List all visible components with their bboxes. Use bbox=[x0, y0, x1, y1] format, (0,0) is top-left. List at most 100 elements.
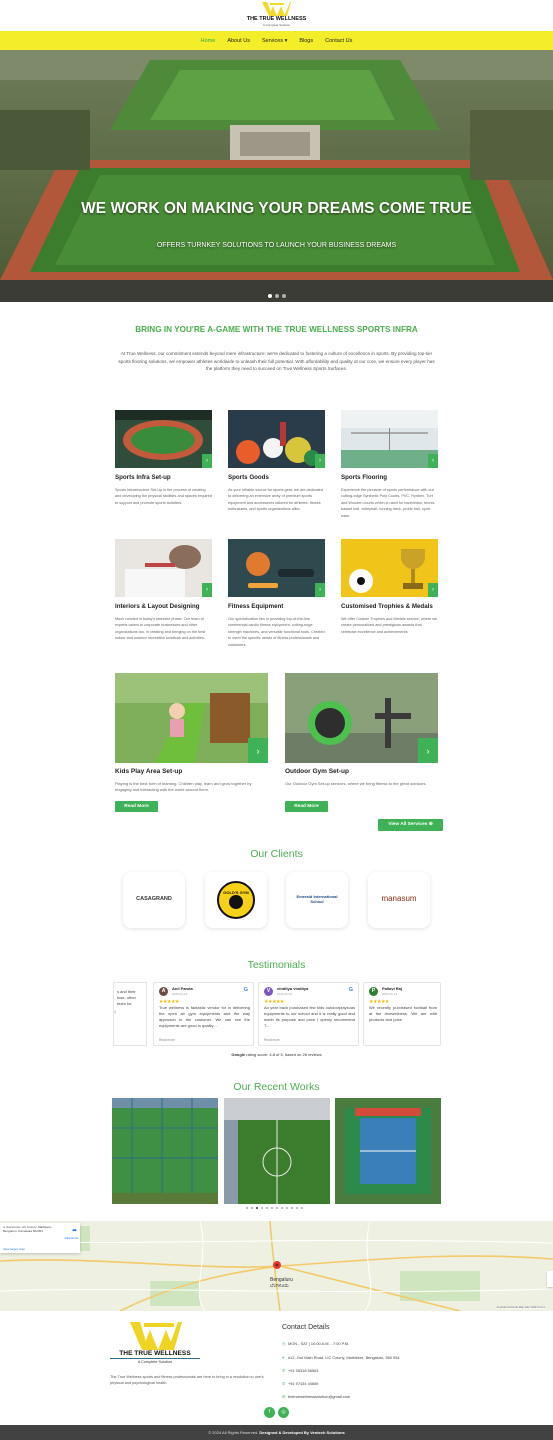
location-map[interactable]: 4, 2nd Cross, LIC Colony, Mathikere, Ben… bbox=[0, 1221, 553, 1311]
copyright-text: © 2024 All Rights Reserved. bbox=[208, 1430, 259, 1435]
slider-dot[interactable] bbox=[291, 1207, 293, 1209]
review-date: 2023-11-07 bbox=[277, 992, 293, 996]
slider-dot[interactable] bbox=[271, 1207, 273, 1209]
true-wellness-logo[interactable] bbox=[261, 2, 292, 16]
google-icon: G bbox=[348, 987, 353, 993]
client-name: Emerald International School bbox=[296, 894, 338, 904]
developer-credit[interactable]: Designed & Developed By Ventech Solution… bbox=[259, 1430, 344, 1435]
service-image: › bbox=[115, 539, 212, 597]
work-image[interactable] bbox=[335, 1098, 441, 1204]
service-arrow-button[interactable]: › bbox=[315, 454, 325, 468]
slider-dot[interactable] bbox=[251, 1207, 253, 1209]
contact-text[interactable]: +91 97434 44689 bbox=[288, 1381, 318, 1386]
review-text: s and their fuse, other team for bbox=[117, 989, 136, 1006]
intro-heading: BRING IN YOU'RE A-GAME WITH THE TRUE WEL… bbox=[135, 325, 418, 334]
client-name: GOLD'S GYM bbox=[223, 890, 249, 895]
service-arrow-button[interactable]: › bbox=[202, 583, 212, 597]
works-slider-dots bbox=[246, 1207, 303, 1209]
slider-dot[interactable] bbox=[282, 294, 286, 298]
rating-summary-text: rating score: 4.8 of 5, based on 26 revi… bbox=[246, 1052, 322, 1057]
service-card-wide[interactable]: › Kids Play Area Set-up Playing is the b… bbox=[115, 673, 268, 794]
service-arrow-button[interactable]: › bbox=[202, 454, 212, 468]
map-zoom-control[interactable] bbox=[547, 1271, 553, 1287]
contact-text[interactable]: thetruewellnesssolution@gmail.com bbox=[288, 1394, 350, 1399]
slider-dot[interactable] bbox=[261, 1207, 263, 1209]
nav-home[interactable]: Home bbox=[201, 38, 216, 44]
review-card: P Pallavi Raj 2023-11-14 ★★★★★ We recent… bbox=[363, 982, 441, 1046]
service-card-wide[interactable]: › Outdoor Gym Set-up Our Outdoor Gym Set… bbox=[285, 673, 438, 787]
client-logo-emerald: Emerald International School bbox=[286, 872, 348, 928]
review-date: 2023-11-14 bbox=[382, 992, 398, 996]
map-city-label: Bengaluru ಬೆಂಗಳೂರು bbox=[270, 1277, 293, 1289]
slider-dot[interactable] bbox=[275, 294, 279, 298]
service-card[interactable]: › Sports Flooring Experience the pinnacl… bbox=[341, 410, 438, 519]
slider-dot[interactable] bbox=[266, 1207, 268, 1209]
contact-email[interactable]: ✉ thetruewellnesssolution@gmail.com bbox=[282, 1394, 350, 1399]
service-arrow-button[interactable]: › bbox=[418, 738, 438, 763]
footer-logo-subtitle: A Complete Solution bbox=[110, 1358, 200, 1364]
contact-phone-2[interactable]: ✆ +91 97434 44689 bbox=[282, 1381, 318, 1386]
slider-dot[interactable] bbox=[256, 1207, 258, 1209]
facebook-icon[interactable]: f bbox=[264, 1407, 275, 1418]
review-card: V vinditya vinditya 2023-11-07 G ★★★★★ A… bbox=[258, 982, 359, 1046]
service-card[interactable]: › Sports Goods As your reliable source f… bbox=[228, 410, 325, 513]
review-text: True wellness is fantastic vendor for in… bbox=[159, 1005, 250, 1028]
read-more-link[interactable]: Read more bbox=[159, 1038, 175, 1042]
hero-subtitle: OFFERS TURNKEY SOLUTIONS TO LAUNCH YOUR … bbox=[156, 242, 397, 249]
nav-about[interactable]: About Us bbox=[227, 38, 250, 44]
work-image[interactable] bbox=[112, 1098, 218, 1204]
slider-dot[interactable] bbox=[276, 1207, 278, 1209]
hero-stadium-image bbox=[0, 50, 553, 302]
directions-icon[interactable]: ➦ bbox=[72, 1227, 77, 1234]
view-all-services-button[interactable]: View All Services ⊕ bbox=[378, 819, 443, 831]
footer-logo[interactable] bbox=[110, 1322, 200, 1350]
carousel-prev-icon[interactable]: ‹ bbox=[114, 1009, 116, 1016]
review-text: An year back purchased few kids outdoorp… bbox=[264, 1005, 355, 1028]
service-title: Sports Flooring bbox=[341, 474, 388, 481]
hero-title: WE WORK ON MAKING YOUR DREAMS COME TRUE bbox=[81, 200, 472, 217]
slider-dot[interactable] bbox=[286, 1207, 288, 1209]
slider-dot[interactable] bbox=[296, 1207, 298, 1209]
city-name-local: ಬೆಂಗಳೂರು bbox=[270, 1283, 289, 1289]
review-card-partial: s and their fuse, other team for bbox=[113, 982, 147, 1046]
service-arrow-button[interactable]: › bbox=[315, 583, 325, 597]
contact-text[interactable]: +91 95318 56563 bbox=[288, 1368, 318, 1373]
service-arrow-button[interactable]: › bbox=[248, 738, 268, 763]
slider-dot[interactable] bbox=[246, 1207, 248, 1209]
testimonials-heading: Testimonials bbox=[247, 959, 306, 971]
golds-gym-logo bbox=[217, 881, 255, 919]
service-description: Our Outdoor Gym Set-up services, where w… bbox=[285, 781, 427, 786]
copyright-bar: © 2024 All Rights Reserved. Designed & D… bbox=[0, 1425, 553, 1440]
service-image: › bbox=[341, 410, 438, 468]
review-text: We recently purchased football from at t… bbox=[369, 1005, 437, 1022]
service-arrow-button[interactable]: › bbox=[428, 454, 438, 468]
nav-services[interactable]: Services ▾ bbox=[262, 38, 287, 44]
slider-dot[interactable] bbox=[301, 1207, 303, 1209]
instagram-icon[interactable]: ◎ bbox=[278, 1407, 289, 1418]
work-image[interactable] bbox=[224, 1098, 330, 1204]
view-larger-map-link[interactable]: View larger map bbox=[3, 1247, 25, 1251]
service-description: As your reliable source for sports gear,… bbox=[228, 488, 323, 512]
service-arrow-button[interactable]: › bbox=[428, 583, 438, 597]
service-description: Playing is the best form of learning. Ch… bbox=[115, 781, 252, 793]
service-card[interactable]: › Fitness Equipment Our specialization l… bbox=[228, 539, 325, 648]
map-credit: Keyboard shortcuts Map data ©2024 Terms bbox=[496, 1306, 545, 1309]
directions-link[interactable]: Directions bbox=[65, 1236, 78, 1240]
slider-dot[interactable] bbox=[268, 294, 272, 298]
logo-subtitle: A Complete Solution bbox=[262, 23, 291, 27]
contact-phone-1[interactable]: ✆ +91 95318 56563 bbox=[282, 1368, 318, 1373]
contact-hours: ◷ MON - SAT | 10:00 A.M. - 7:00 P.M. bbox=[282, 1341, 349, 1346]
map-info-card: 4, 2nd Cross, LIC Colony, Mathikere, Ben… bbox=[0, 1223, 80, 1253]
slider-dot[interactable] bbox=[281, 1207, 283, 1209]
nav-contact[interactable]: Contact Us bbox=[325, 38, 352, 44]
nav-blogs[interactable]: Blogs bbox=[299, 38, 313, 44]
service-description: Much needed in today's stressful phase. … bbox=[115, 617, 206, 641]
service-card[interactable]: › Interiors & Layout Designing Much need… bbox=[115, 539, 212, 642]
service-card[interactable]: › Sports Infra Set-up Sports Infrastruct… bbox=[115, 410, 212, 506]
service-card[interactable]: › Customised Trophies & Medals We offer … bbox=[341, 539, 438, 635]
map-address: 4, 2nd Cross, LIC Colony, Mathikere, Ben… bbox=[3, 1225, 52, 1233]
read-more-link[interactable]: Read more bbox=[264, 1038, 280, 1042]
read-more-button[interactable]: Read More bbox=[115, 801, 158, 812]
client-name: manasum bbox=[381, 894, 417, 903]
read-more-button[interactable]: Read More bbox=[285, 801, 328, 812]
